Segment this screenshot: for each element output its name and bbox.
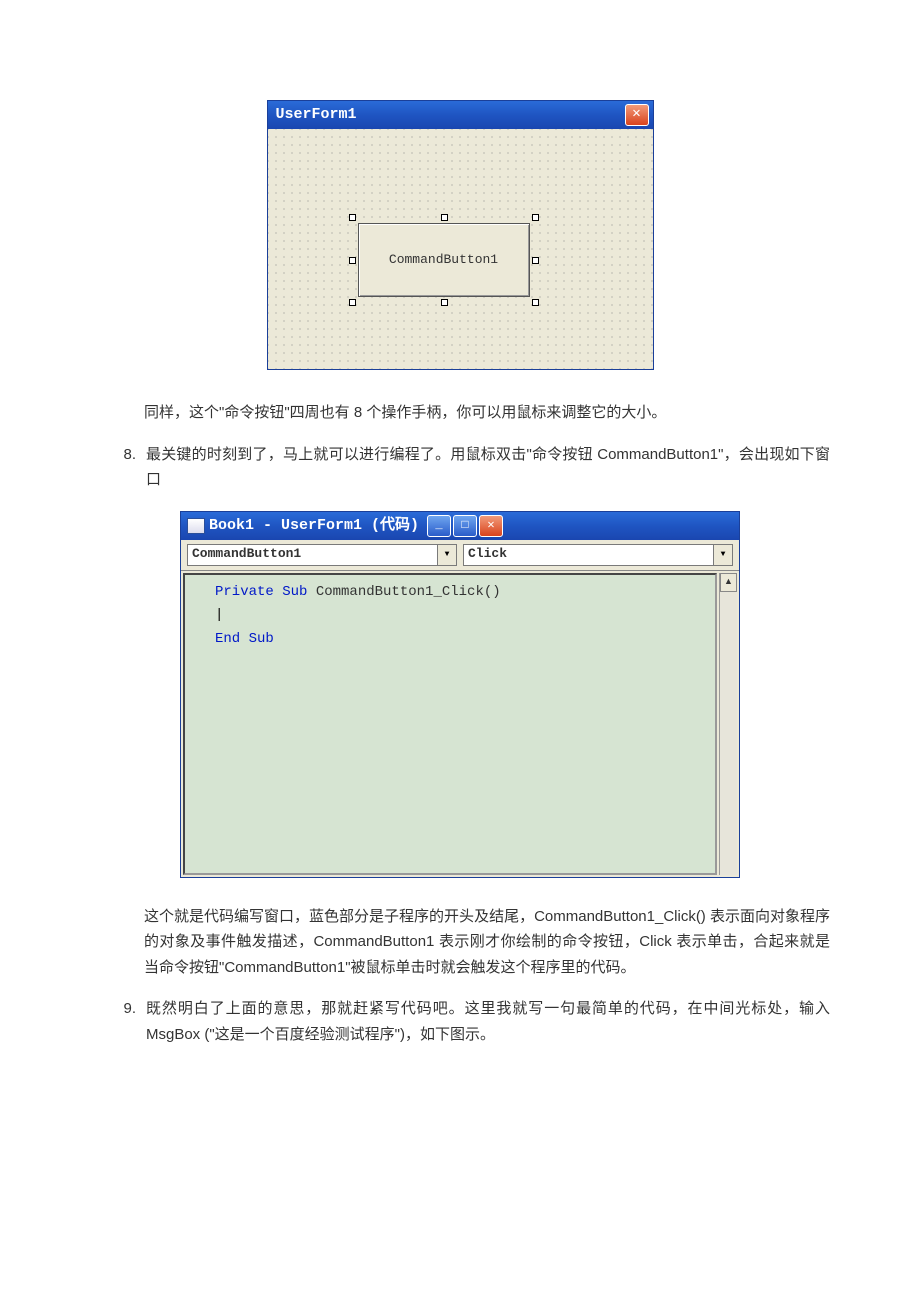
resize-handle-tl[interactable] — [349, 214, 356, 221]
userform-titlebar[interactable]: UserForm1 ✕ — [268, 101, 653, 129]
object-dropdown-value: CommandButton1 — [192, 543, 437, 565]
code-editor[interactable]: Private Sub CommandButton1_Click() | End… — [183, 573, 717, 875]
step-8: 8. 最关键的时刻到了，马上就可以进行编程了。用鼠标双击"命令按钮 Comman… — [106, 442, 830, 493]
resize-handle-bc[interactable] — [441, 299, 448, 306]
step-8-number: 8. — [106, 442, 146, 493]
paragraph-after-userform: 同样，这个"命令按钮"四周也有 8 个操作手柄，你可以用鼠标来调整它的大小。 — [144, 400, 830, 426]
vertical-scrollbar[interactable]: ▲ — [719, 573, 737, 875]
paragraph-after-codewindow: 这个就是代码编写窗口，蓝色部分是子程序的开头及结尾，CommandButton1… — [144, 904, 830, 981]
commandbutton-selection[interactable]: CommandButton1 — [352, 217, 536, 303]
keyword-private-sub: Private Sub — [215, 584, 307, 600]
resize-handle-tr[interactable] — [532, 214, 539, 221]
step-9-number: 9. — [106, 996, 146, 1047]
document-page: UserForm1 ✕ CommandButton1 同样，这个"命令按钮"四周… — [0, 0, 920, 1302]
scroll-track[interactable] — [720, 592, 737, 875]
command-button-label: CommandButton1 — [389, 249, 498, 271]
maximize-icon[interactable]: □ — [453, 515, 477, 537]
procedure-dropdown-value: Click — [468, 543, 713, 565]
minimize-icon[interactable]: _ — [427, 515, 451, 537]
keyword-end-sub: End Sub — [215, 631, 274, 647]
procedure-dropdown[interactable]: Click ▼ — [463, 544, 733, 566]
command-button[interactable]: CommandButton1 — [358, 223, 530, 297]
userform-window: UserForm1 ✕ CommandButton1 — [267, 100, 654, 370]
chevron-down-icon[interactable]: ▼ — [437, 545, 456, 565]
step-9: 9. 既然明白了上面的意思，那就赶紧写代码吧。这里我就写一句最简单的代码，在中间… — [106, 996, 830, 1047]
resize-handle-ml[interactable] — [349, 257, 356, 264]
code-window-title: Book1 - UserForm1 (代码) — [209, 513, 419, 539]
resize-handle-mr[interactable] — [532, 257, 539, 264]
resize-handle-bl[interactable] — [349, 299, 356, 306]
sub-declaration: CommandButton1_Click() — [307, 584, 500, 600]
code-dropdown-bar: CommandButton1 ▼ Click ▼ — [181, 540, 739, 571]
userform-design-surface[interactable]: CommandButton1 — [268, 129, 653, 369]
code-window-titlebar[interactable]: Book1 - UserForm1 (代码) _ □ ✕ — [181, 512, 739, 540]
text-cursor: | — [215, 604, 223, 628]
resize-handle-br[interactable] — [532, 299, 539, 306]
userform-title: UserForm1 — [276, 102, 357, 128]
resize-handle-tc[interactable] — [441, 214, 448, 221]
close-icon[interactable]: ✕ — [625, 104, 649, 126]
close-icon[interactable]: ✕ — [479, 515, 503, 537]
chevron-down-icon[interactable]: ▼ — [713, 545, 732, 565]
form-icon — [187, 518, 205, 534]
step-8-text: 最关键的时刻到了，马上就可以进行编程了。用鼠标双击"命令按钮 CommandBu… — [146, 442, 830, 493]
object-dropdown[interactable]: CommandButton1 ▼ — [187, 544, 457, 566]
code-window: Book1 - UserForm1 (代码) _ □ ✕ CommandButt… — [180, 511, 740, 878]
step-9-text: 既然明白了上面的意思，那就赶紧写代码吧。这里我就写一句最简单的代码，在中间光标处… — [146, 996, 830, 1047]
scroll-up-icon[interactable]: ▲ — [720, 573, 737, 592]
